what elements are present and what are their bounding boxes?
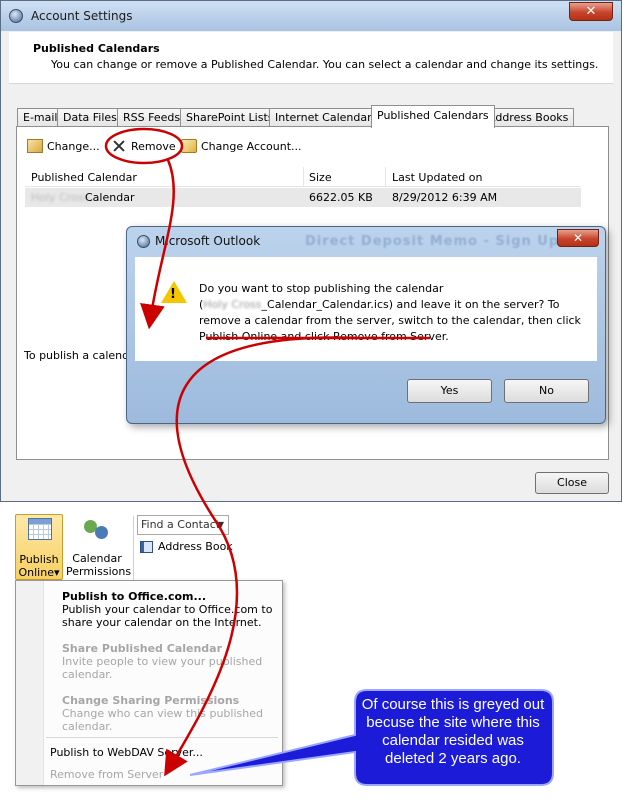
address-book-button[interactable]: Address Book [140,540,233,553]
close-button[interactable]: Close [535,472,609,494]
tab-published-calendars[interactable]: Published Calendars [371,105,495,128]
calendar-name-blurred: Holy Cross [31,191,90,204]
permissions-label-1: Calendar [72,552,122,565]
tab-address-books[interactable]: Address Books [482,108,575,127]
yes-button[interactable]: Yes [407,379,492,403]
no-button[interactable]: No [504,379,589,403]
menu-item-publish-webdav[interactable]: Publish to WebDAV Server... [50,746,203,759]
dropdown-arrow-icon: ▾ [53,566,60,579]
column-divider[interactable] [385,167,386,187]
menu-item-desc: Publish your calendar to Office.com to [62,603,273,616]
menu-icon-strip [16,581,44,785]
change-account-label: Change Account... [201,139,302,153]
warning-exclamation-icon: ! [170,287,176,302]
header-title: Published Calendars [33,42,160,55]
dialog-body: ! Do you want to stop publishing the cal… [135,257,597,361]
online-label: Online [18,566,54,579]
tab-rss-feeds[interactable]: RSS Feeds [117,108,187,127]
address-book-icon [140,540,153,553]
publish-label: Publish [19,553,59,566]
change-button[interactable]: Change... [27,137,100,155]
menu-item-desc: calendar. [62,720,113,733]
menu-item-desc: calendar. [62,668,113,681]
find-contact-placeholder: Find a Contact [141,518,221,531]
remove-label: Remove [131,139,176,153]
menu-item-title: Publish to WebDAV Server... [50,746,203,759]
calendar-icon [28,518,52,540]
change-icon [27,139,43,153]
menu-item-change-sharing: Change Sharing Permissions Change who ca… [62,694,263,733]
find-contact-input[interactable]: Find a Contact ▼ [137,515,229,535]
dialog-close-button[interactable]: ✕ [557,229,599,247]
header-subtitle: You can change or remove a Published Cal… [51,58,599,71]
address-book-label: Address Book [158,540,233,553]
col-header-size[interactable]: Size [309,171,332,184]
menu-item-title: Publish to Office.com... [62,590,207,603]
outlook-app-icon [137,235,150,248]
people-icon [82,518,112,542]
publish-note: To publish a calendar [24,349,141,362]
change-account-button[interactable]: Change Account... [181,137,302,155]
menu-item-share-published: Share Published Calendar Invite people t… [62,642,262,681]
calendar-name: Calendar [85,191,135,204]
message-blurred-name: Holy Cross [203,298,262,311]
change-account-icon [181,139,197,153]
window-titlebar[interactable]: Account Settings ✕ [1,1,621,31]
menu-item-desc: Change who can view this published [62,707,263,720]
menu-item-title: Remove from Server [50,768,164,781]
background-window-title: Direct Deposit Memo - Sign Up [305,234,560,249]
tab-data-files[interactable]: Data Files [57,108,123,127]
menu-item-title: Change Sharing Permissions [62,694,240,707]
callout-text: Of course this is greyed out becuse the … [361,696,545,767]
menu-item-title: Share Published Calendar [62,642,223,655]
column-divider[interactable] [303,167,304,187]
menu-item-publish-office[interactable]: Publish to Office.com... Publish your ca… [62,590,272,629]
publish-online-menu: Publish to Office.com... Publish your ca… [15,580,283,786]
confirm-dialog: Microsoft Outlook Direct Deposit Memo - … [126,226,606,424]
outlook-app-icon [9,9,23,23]
menu-item-remove-from-server: Remove from Server [50,768,163,781]
window-title: Account Settings [31,9,133,23]
table-row[interactable]: Holy Cross Calendar 6622.05 KB 8/29/2012… [25,188,581,207]
permissions-label-2: Permissions [66,565,132,578]
col-header-published-calendar[interactable]: Published Calendar [31,171,137,184]
change-label: Change... [47,139,100,153]
calendar-list-header: Published Calendar Size Last Updated on [25,167,581,187]
publish-online-button[interactable]: Publish Online▾ [15,514,63,580]
window-close-button[interactable]: ✕ [569,2,613,21]
ribbon-divider [133,516,134,580]
remove-button[interactable]: Remove [111,137,176,155]
chevron-down-icon[interactable]: ▼ [218,516,224,534]
tab-sharepoint-lists[interactable]: SharePoint Lists [180,108,280,127]
menu-item-desc: share your calendar on the Internet. [62,616,262,629]
remove-x-icon [111,139,127,153]
dialog-message: Do you want to stop publishing the calen… [199,281,589,345]
calendar-size: 6622.05 KB [309,191,373,204]
publish-online-label: Online▾ [16,566,62,579]
dialog-title: Microsoft Outlook [155,234,261,248]
menu-item-desc: Invite people to view your published [62,655,263,668]
menu-divider [46,737,278,738]
dialog-header: Published Calendars You can change or re… [9,32,613,84]
calendar-last-updated: 8/29/2012 6:39 AM [392,191,498,204]
message-line-1: Do you want to stop publishing the calen… [199,282,444,295]
calendar-permissions-button[interactable]: Calendar Permissions [66,514,132,580]
tab-internet-calendars[interactable]: Internet Calendars [269,108,384,127]
col-header-last-updated[interactable]: Last Updated on [392,171,482,184]
